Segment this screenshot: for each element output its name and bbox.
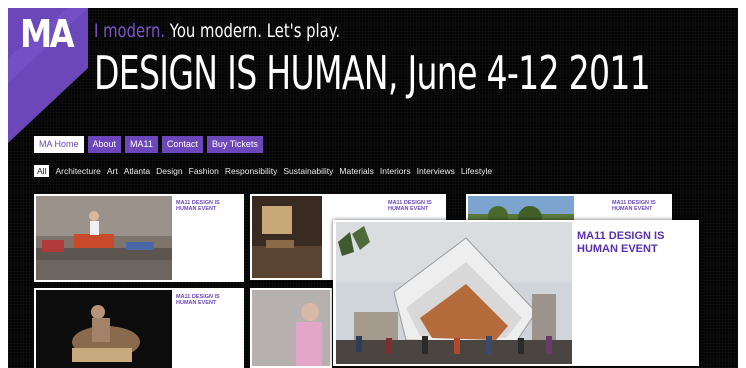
logo-text: MA xyxy=(20,12,75,56)
featured-post-title[interactable]: MA11 DESIGN IS HUMAN EVENT xyxy=(577,230,687,256)
category-filter: All Architecture Art Atlanta Design Fash… xyxy=(34,165,492,177)
category-sustainability[interactable]: Sustainability xyxy=(283,166,333,176)
category-art[interactable]: Art xyxy=(107,166,118,176)
featured-post-popup[interactable]: MA11 DESIGN IS HUMAN EVENT xyxy=(333,220,699,366)
post-card[interactable]: MA11 DESIGN IS HUMAN EVENT xyxy=(34,194,244,282)
nav-about[interactable]: About xyxy=(87,136,122,153)
post-title[interactable]: MA11 DESIGN IS HUMAN EVENT xyxy=(612,200,668,212)
category-materials[interactable]: Materials xyxy=(339,166,373,176)
post-thumbnail-image xyxy=(252,196,322,278)
category-design[interactable]: Design xyxy=(156,166,182,176)
page-headline: DESIGN IS HUMAN, June 4-12 2011 xyxy=(94,46,651,100)
post-thumbnail-image xyxy=(36,196,172,280)
post-thumbnail-image xyxy=(36,290,172,368)
top-nav: MA Home About MA11 Contact Buy Tickets xyxy=(34,136,263,153)
nav-buy-tickets[interactable]: Buy Tickets xyxy=(206,136,263,153)
ma-logo[interactable]: MA xyxy=(8,8,88,143)
post-title[interactable]: MA11 DESIGN IS HUMAN EVENT xyxy=(388,200,442,212)
category-responsibility[interactable]: Responsibility xyxy=(225,166,277,176)
category-fashion[interactable]: Fashion xyxy=(189,166,219,176)
nav-ma-home[interactable]: MA Home xyxy=(34,136,84,153)
category-architecture[interactable]: Architecture xyxy=(55,166,100,176)
post-card[interactable] xyxy=(250,288,332,368)
post-card[interactable]: MA11 DESIGN IS HUMAN EVENT xyxy=(34,288,244,368)
site-frame: MA I modern. You modern. Let's play. DES… xyxy=(8,8,738,368)
nav-ma11[interactable]: MA11 xyxy=(125,136,158,153)
category-lifestyle[interactable]: Lifestyle xyxy=(461,166,492,176)
category-interiors[interactable]: Interiors xyxy=(380,166,411,176)
category-interviews[interactable]: Interviews xyxy=(417,166,455,176)
category-all[interactable]: All xyxy=(34,165,50,177)
post-title[interactable]: MA11 DESIGN IS HUMAN EVENT xyxy=(176,200,236,212)
category-atlanta[interactable]: Atlanta xyxy=(124,166,150,176)
post-title[interactable]: MA11 DESIGN IS HUMAN EVENT xyxy=(176,294,236,306)
tagline-part2: You modern. Let's play. xyxy=(169,20,341,42)
nav-contact[interactable]: Contact xyxy=(161,136,203,153)
tagline-part1: I modern. xyxy=(94,20,166,42)
post-thumbnail-image xyxy=(252,290,330,366)
featured-post-image xyxy=(336,222,572,364)
tagline: I modern. You modern. Let's play. xyxy=(94,20,340,42)
